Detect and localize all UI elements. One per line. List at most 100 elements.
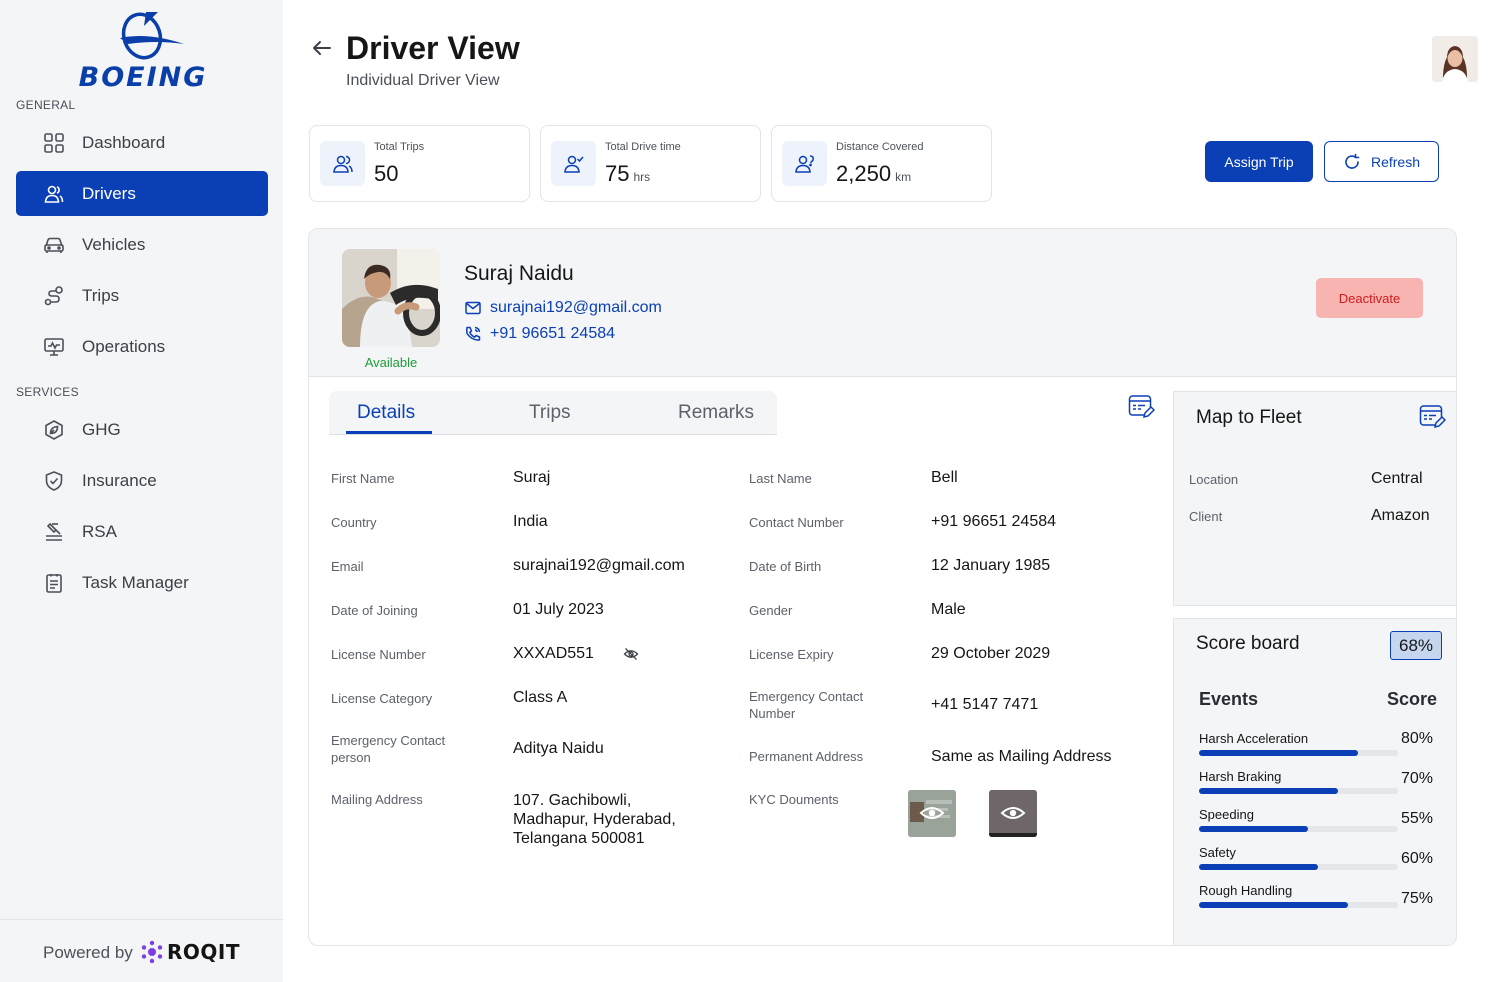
sidebar-item-insurance[interactable]: Insurance: [16, 458, 268, 503]
fleet-value-client: Amazon: [1371, 507, 1430, 524]
event-score: 70%: [1400, 770, 1433, 787]
sidebar-item-trips[interactable]: Trips: [16, 273, 268, 318]
field-label-license-number: License Number: [331, 647, 426, 662]
events-header: Events: [1199, 689, 1259, 709]
sidebar-item-ghg[interactable]: GHG: [16, 407, 268, 452]
kyc-document-1[interactable]: [908, 790, 956, 837]
field-label-date-of-birth: Date of Birth: [749, 559, 822, 574]
user-avatar[interactable]: [1432, 36, 1478, 82]
stat-card-total-drive-time: Total Drive time 75 hrs: [540, 125, 761, 202]
field-value-license-category: Class A: [513, 689, 568, 706]
page-subtitle: Individual Driver View: [346, 72, 500, 89]
field-value-mailing-address: 107. Gachibowli, Madhapur, Hyderabad, Te…: [513, 792, 676, 847]
stat-label: Total Trips: [374, 141, 425, 153]
field-value-country: India: [513, 513, 548, 530]
refresh-label: Refresh: [1370, 153, 1421, 170]
refresh-button[interactable]: Refresh: [1324, 141, 1439, 182]
field-value-date-of-joining: 01 July 2023: [513, 601, 604, 618]
driver-email[interactable]: surajnai192@gmail.com: [464, 299, 662, 317]
tab-details[interactable]: Details: [357, 402, 415, 424]
event-progress-track: [1199, 750, 1398, 756]
users-icon: [42, 182, 66, 206]
deactivate-button[interactable]: Deactivate: [1316, 278, 1423, 318]
field-value-first-name: Suraj: [513, 469, 551, 486]
stat-card-total-trips: Total Trips 50: [309, 125, 530, 202]
sidebar-item-rsa[interactable]: RSA: [16, 509, 268, 554]
field-value-email: surajnai192@gmail.com: [513, 557, 685, 574]
field-label-first-name: First Name: [331, 471, 395, 486]
sidebar-item-label: Task Manager: [82, 572, 189, 592]
scoreboard-panel: Score board 68% Events Score Harsh Accel…: [1173, 618, 1456, 945]
sidebar-item-task-manager[interactable]: Task Manager: [16, 560, 268, 605]
fleet-label-client: Client: [1189, 509, 1223, 524]
field-label-email: Email: [331, 559, 364, 574]
event-name: Safety: [1199, 845, 1236, 860]
active-tab-indicator: [346, 431, 432, 434]
sidebar-item-label: RSA: [82, 521, 117, 541]
event-progress-fill: [1199, 788, 1339, 794]
event-name: Harsh Braking: [1199, 769, 1282, 784]
field-label-kyc-documents: KYC Douments: [749, 792, 839, 807]
field-label-permanent-address: Permanent Address: [749, 749, 864, 764]
stat-value: 50: [374, 161, 398, 187]
driver-status: Available: [364, 355, 418, 370]
sidebar-item-vehicles[interactable]: Vehicles: [16, 222, 268, 267]
phone-icon: [464, 325, 482, 343]
stat-unit: km: [895, 170, 912, 184]
sidebar-item-operations[interactable]: Operations: [16, 324, 268, 369]
grid-icon: [42, 131, 66, 155]
boeing-symbol-icon: [120, 12, 184, 60]
event-progress-fill: [1199, 864, 1319, 870]
powered-by-text: Powered by: [43, 943, 133, 962]
field-label-mailing-address: Mailing Address: [331, 792, 423, 807]
roqit-logo[interactable]: ROQIT: [141, 938, 240, 966]
shield-check-icon: [42, 469, 66, 493]
edit-fleet-icon[interactable]: [1418, 403, 1447, 431]
field-label-gender: Gender: [749, 603, 793, 618]
stat-label: Total Drive time: [605, 141, 681, 153]
field-value-last-name: Bell: [931, 469, 958, 486]
refresh-icon: [1345, 153, 1360, 169]
sidebar-footer: Powered by ROQIT: [0, 919, 283, 982]
sidebar-item-dashboard[interactable]: Dashboard: [16, 120, 268, 165]
sidebar: BOEING GENERAL Dashboard Drivers Vehicle…: [0, 0, 283, 982]
assign-trip-button[interactable]: Assign Trip: [1205, 141, 1313, 182]
event-progress-track: [1199, 788, 1398, 794]
field-label-country: Country: [331, 515, 377, 530]
field-label-date-of-joining: Date of Joining: [331, 603, 418, 618]
tab-trips[interactable]: Trips: [529, 402, 571, 424]
field-value-contact-number: +91 96651 24584: [931, 513, 1057, 530]
score-header: Score: [1387, 689, 1438, 709]
eye-off-icon[interactable]: [623, 646, 639, 662]
sidebar-item-drivers[interactable]: Drivers: [16, 171, 268, 216]
sidebar-item-label: Drivers: [82, 183, 136, 203]
map-to-fleet-panel: Map to Fleet Location Central Client Ama…: [1173, 391, 1456, 606]
stat-card-distance-covered: Distance Covered 2,250 km: [771, 125, 992, 202]
back-arrow-icon[interactable]: [310, 36, 334, 60]
boeing-logo[interactable]: BOEING: [58, 10, 228, 93]
fleet-value-location: Central: [1371, 470, 1423, 487]
driver-profile-card: Available Suraj Naidu surajnai192@gmail.…: [308, 228, 1457, 946]
stat-number: 2,250: [836, 161, 892, 186]
mail-icon: [464, 299, 482, 317]
tab-remarks[interactable]: Remarks: [678, 402, 754, 424]
event-score: 55%: [1400, 810, 1433, 827]
field-value-emergency-contact-person: Aditya Naidu: [513, 740, 604, 757]
stat-value: 75 hrs: [605, 161, 650, 187]
driver-phone-text: +91 96651 24584: [490, 325, 616, 342]
leaf-icon: [42, 418, 66, 442]
driver-email-text: surajnai192@gmail.com: [490, 299, 662, 316]
driver-header: Available Suraj Naidu surajnai192@gmail.…: [309, 229, 1456, 377]
kyc-document-2[interactable]: [989, 790, 1037, 837]
driver-phone[interactable]: +91 96651 24584: [464, 325, 615, 343]
scoreboard-title: Score board: [1196, 633, 1300, 654]
field-value-date-of-birth: 12 January 1985: [931, 557, 1051, 574]
field-label-license-expiry: License Expiry: [749, 647, 834, 662]
event-name: Rough Handling: [1199, 883, 1293, 898]
section-label-services: SERVICES: [16, 385, 79, 399]
event-name: Harsh Acceleration: [1199, 731, 1309, 746]
edit-details-icon[interactable]: [1127, 393, 1156, 421]
field-value-license-expiry: 29 October 2029: [931, 645, 1051, 662]
field-value-emergency-contact-number: +41 5147 7471: [931, 696, 1039, 713]
car-icon: [42, 233, 66, 257]
